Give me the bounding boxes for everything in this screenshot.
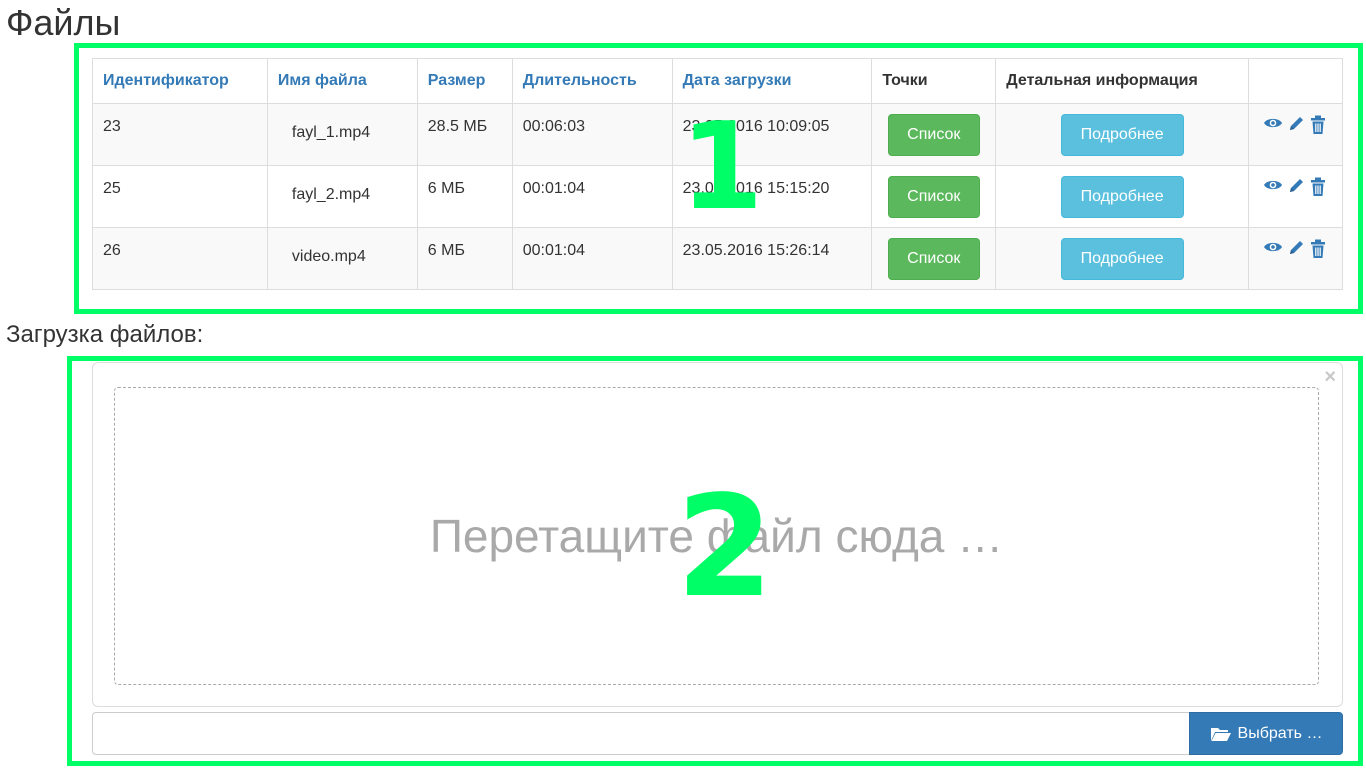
annotation-label-2: 2 (676, 466, 774, 629)
upload-heading: Загрузка файлов: (6, 321, 204, 348)
annotation-label-1: 1 (680, 98, 764, 237)
page-title: Файлы (6, 2, 121, 43)
